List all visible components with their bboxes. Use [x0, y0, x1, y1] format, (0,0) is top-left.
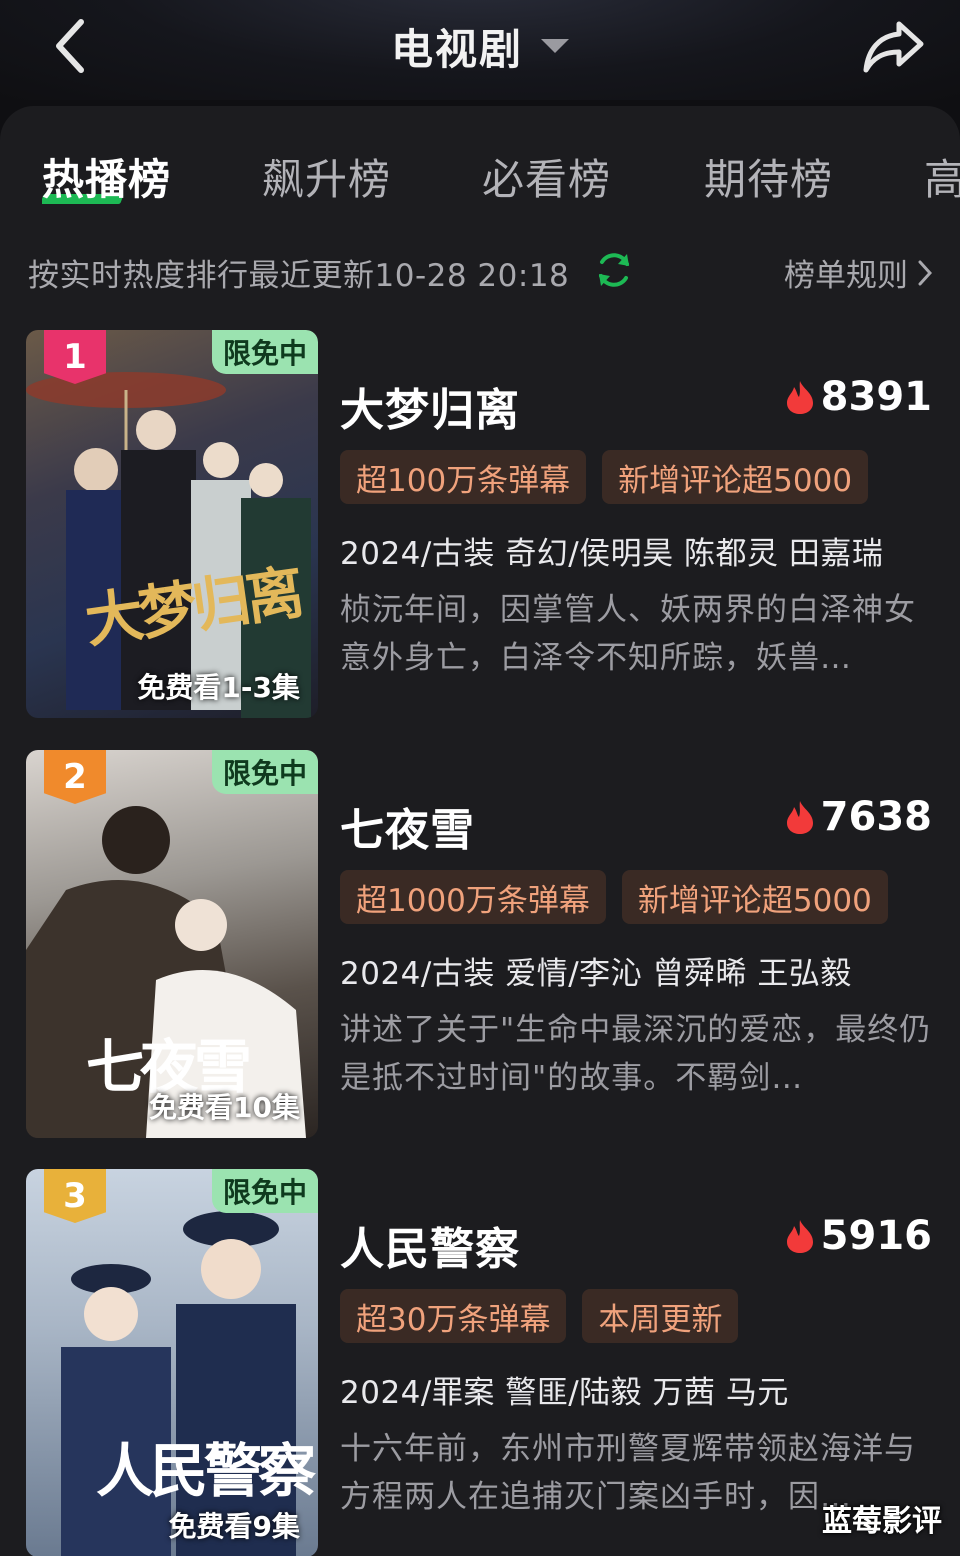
share-icon — [863, 21, 924, 73]
show-meta: 2024/古装 爱情/李沁 曾舜晞 王弘毅 — [340, 956, 852, 992]
channel-selector[interactable]: 电视剧 — [391, 16, 569, 77]
chevron-right-icon — [918, 260, 932, 285]
heat-score: 8391 — [785, 374, 932, 420]
tab-label: 飙升榜 — [262, 155, 392, 204]
list-item[interactable]: 人民警察 3 限免中 免费看9集 人民警察 5916 超30万条弹幕 本周更新 … — [26, 1169, 946, 1556]
tag: 超1000万条弹幕 — [340, 870, 606, 924]
update-info-row: 按实时热度排行最近更新10-28 20:18 榜单规则 — [28, 250, 932, 294]
refresh-icon[interactable] — [594, 250, 634, 290]
show-title[interactable]: 大梦归离 — [340, 374, 520, 438]
tag-list: 超30万条弹幕 本周更新 — [340, 1289, 739, 1343]
tag: 新增评论超5000 — [602, 450, 869, 504]
rank-badge: 2 — [44, 750, 106, 804]
free-badge: 限免中 — [212, 1169, 318, 1213]
heat-value: 5916 — [820, 1213, 932, 1259]
rank-badge: 3 — [44, 1169, 106, 1223]
ranking-panel: 热播榜 飙升榜 必看榜 期待榜 高 按实时热度排行最近更新10-28 20:18… — [0, 106, 960, 1556]
poster[interactable]: 大梦归离 1 限免中 免费看1-3集 — [26, 330, 318, 718]
free-badge: 限免中 — [212, 330, 318, 374]
tab-more[interactable]: 高 — [924, 146, 960, 207]
tag: 本周更新 — [582, 1289, 739, 1343]
flame-icon — [786, 1220, 813, 1253]
ranking-tabs: 热播榜 飙升榜 必看榜 期待榜 高 — [42, 146, 960, 216]
tab-label: 必看榜 — [482, 155, 612, 204]
share-button[interactable] — [856, 12, 932, 82]
poster-figures — [26, 372, 311, 718]
show-description: 桢沅年间，因掌管人、妖两界的白泽神女意外身亡，白泽令不知所踪，妖兽… — [340, 592, 916, 676]
free-badge: 限免中 — [212, 750, 318, 794]
tab-rising[interactable]: 飙升榜 — [262, 146, 391, 207]
free-episodes-label: 免费看1-3集 — [137, 671, 300, 704]
tag: 新增评论超5000 — [621, 870, 888, 924]
tab-label: 热播榜 — [42, 155, 172, 204]
tab-hot[interactable]: 热播榜 — [42, 146, 171, 207]
tag-list: 超100万条弹幕 新增评论超5000 — [340, 450, 869, 504]
show-description: 讲述了关于"生命中最深沉的爱恋，最终仍是抵不过时间"的故事。不羁剑… — [340, 1012, 932, 1096]
show-meta: 2024/罪案 警匪/陆毅 万茜 马元 — [340, 1375, 789, 1411]
tag: 超100万条弹幕 — [340, 450, 587, 504]
free-episodes-label: 免费看9集 — [168, 1510, 300, 1543]
caret-down-icon — [541, 38, 569, 53]
tag-list: 超1000万条弹幕 新增评论超5000 — [340, 870, 888, 924]
poster[interactable]: 人民警察 3 限免中 免费看9集 — [26, 1169, 318, 1556]
heat-score: 7638 — [785, 794, 932, 840]
page-title: 电视剧 — [390, 25, 523, 74]
flame-icon — [786, 801, 813, 834]
show-meta: 2024/古装 奇幻/侯明昊 陈都灵 田嘉瑞 — [340, 536, 884, 572]
tag: 超30万条弹幕 — [340, 1289, 567, 1343]
top-bar: 电视剧 — [0, 0, 960, 100]
ranking-rules-label: 榜单规则 — [784, 258, 908, 294]
tab-label: 高 — [924, 155, 960, 204]
poster[interactable]: 七夜雪 2 限免中 免费看10集 — [26, 750, 318, 1138]
heat-score: 5916 — [785, 1213, 932, 1259]
rank-badge: 1 — [44, 330, 106, 384]
list-item[interactable]: 大梦归离 1 限免中 免费看1-3集 大梦归离 8391 超100万条弹幕 新增… — [26, 330, 946, 718]
update-info-text: 按实时热度排行最近更新10-28 20:18 — [28, 258, 570, 294]
tab-anticipated[interactable]: 期待榜 — [704, 146, 833, 207]
list-item[interactable]: 七夜雪 2 限免中 免费看10集 七夜雪 7638 超1000万条弹幕 新增评论… — [26, 750, 946, 1138]
show-title[interactable]: 人民警察 — [340, 1213, 520, 1277]
tab-label: 期待榜 — [704, 155, 834, 204]
ranking-rules-link[interactable]: 榜单规则 — [784, 250, 932, 295]
free-episodes-label: 免费看10集 — [149, 1091, 300, 1124]
watermark: 蓝莓影评 — [822, 1504, 942, 1539]
poster-title-art: 人民警察 — [96, 1437, 316, 1505]
show-title[interactable]: 七夜雪 — [340, 794, 475, 858]
flame-icon — [786, 381, 813, 414]
tab-must-watch[interactable]: 必看榜 — [482, 146, 611, 207]
heat-value: 8391 — [820, 374, 932, 420]
heat-value: 7638 — [820, 794, 932, 840]
